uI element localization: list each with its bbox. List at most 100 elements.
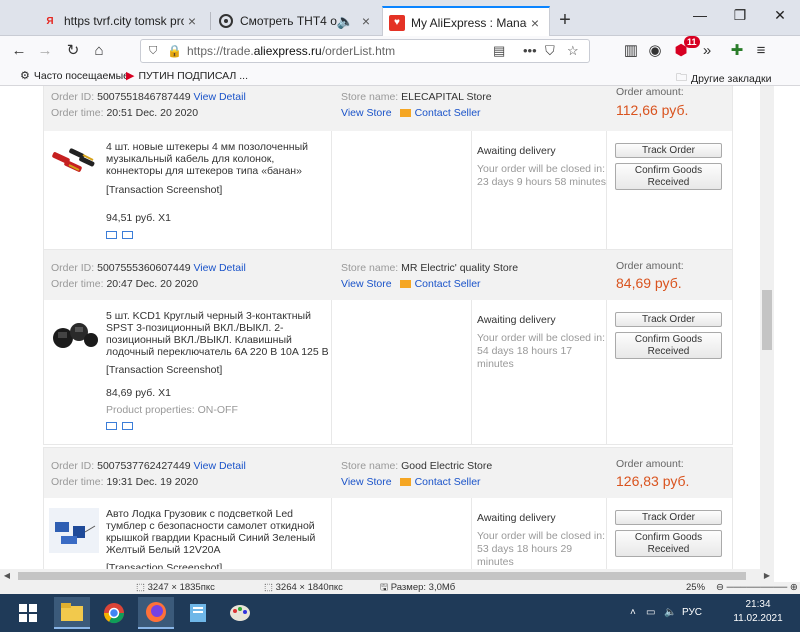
product-title-link[interactable]: 5 шт. KCD1 Круглый черный 3-контактный S… [106, 310, 331, 358]
tab-strip: Я https tvrf.city tomsk program — × Смот… [0, 0, 800, 37]
product-title-link[interactable]: 4 шт. новые штекеры 4 мм позолоченный му… [106, 141, 331, 177]
confirm-goods-button[interactable]: Confirm Goods Received [615, 332, 722, 359]
scroll-right-icon[interactable]: ▶ [760, 569, 774, 582]
tnt-icon [218, 13, 234, 29]
close-tab-icon[interactable]: × [184, 13, 200, 29]
bookmark-star-icon[interactable]: ☆ [567, 40, 579, 62]
close-window-button[interactable]: ✕ [760, 0, 800, 30]
scroll-left-icon[interactable]: ◀ [0, 569, 14, 582]
order-status: Awaiting delivery [477, 512, 556, 524]
truck-icon[interactable] [106, 422, 117, 430]
product-image[interactable] [49, 141, 99, 186]
product-title-link[interactable]: Авто Лодка Грузовик с подсветкой Led тум… [106, 508, 331, 556]
bookmarks-bar: ⚙ Часто посещаемые ▶ ПУТИН ПОДПИСАЛ ... 🗀 Д… [0, 66, 800, 86]
order-id: 5007537762427449 [97, 460, 191, 472]
view-store-link[interactable]: View Store [341, 278, 392, 290]
volume-icon[interactable]: 🔈 [664, 594, 676, 632]
card-icon[interactable] [122, 231, 133, 239]
closing-note: Your order will be closed in: 54 days 18… [477, 332, 606, 370]
maximize-button[interactable]: ❐ [720, 0, 760, 30]
confirm-goods-button[interactable]: Confirm Goods Received [615, 530, 722, 557]
chrome-icon[interactable] [96, 597, 132, 629]
reader-view-icon[interactable]: ▤ [493, 40, 505, 62]
view-detail-link[interactable]: View Detail [193, 91, 245, 103]
youtube-icon: ▶ [126, 70, 135, 82]
tab-tnt4[interactable]: Смотреть ТНТ4 онлайн 🔈 × [212, 6, 380, 36]
vertical-scrollbar[interactable] [760, 86, 774, 569]
transaction-screenshot-link[interactable]: [Transaction Screenshot] [106, 184, 222, 196]
close-tab-icon[interactable]: × [527, 15, 543, 31]
product-image[interactable] [49, 310, 99, 355]
speaker-icon[interactable]: 🔈 [337, 13, 354, 30]
order-amount-label: Order amount: [616, 260, 684, 272]
account-icon[interactable]: ◉ [644, 40, 666, 62]
transaction-screenshot-link[interactable]: [Transaction Screenshot] [106, 364, 222, 376]
network-icon[interactable]: ▭ [646, 594, 655, 632]
view-store-link[interactable]: View Store [341, 107, 392, 119]
reload-icon[interactable]: ↻ [62, 40, 84, 62]
bookmark-frequent[interactable]: ⚙ Часто посещаемые [20, 69, 129, 83]
tab-aliexpress[interactable]: ♥ My AliExpress : Manage Orders × [382, 6, 550, 37]
order-amount: 126,83 руб. [616, 473, 690, 489]
lock-icon[interactable]: 🔒 [167, 40, 182, 62]
card-icon[interactable] [122, 422, 133, 430]
more-actions-icon[interactable]: ••• [523, 40, 537, 62]
closing-note: Your order will be closed in: 23 days 9 … [477, 163, 606, 188]
view-store-link[interactable]: View Store [341, 476, 392, 488]
tab-yandex[interactable]: Я https tvrf.city tomsk program — × [36, 6, 206, 36]
file-explorer-icon[interactable] [54, 597, 90, 629]
taskbar: ˄ ▭ 🔈 РУС 21:34 11.02.2021 [0, 594, 800, 632]
pocket-icon[interactable]: ⛉ [545, 40, 555, 62]
zoom-slider[interactable]: ⊖ ───────── ⊕ [716, 582, 798, 594]
order-status: Awaiting delivery [477, 314, 556, 326]
minimize-button[interactable]: — [680, 0, 720, 30]
home-icon[interactable]: ⌂ [88, 40, 110, 62]
confirm-goods-button[interactable]: Confirm Goods Received [615, 163, 722, 190]
contact-seller-link[interactable]: Contact Seller [415, 278, 481, 290]
track-order-button[interactable]: Track Order [615, 143, 722, 158]
overflow-icon[interactable]: » [696, 40, 718, 62]
new-tab-button[interactable]: + [552, 8, 578, 32]
shield-icon[interactable]: ⛉ [149, 40, 157, 62]
contact-seller-link[interactable]: Contact Seller [415, 476, 481, 488]
mail-icon [399, 280, 411, 289]
view-detail-link[interactable]: View Detail [193, 262, 245, 274]
order-item: 4 шт. новые штекеры 4 мм позолоченный му… [44, 131, 732, 249]
track-order-button[interactable]: Track Order [615, 312, 722, 327]
contact-seller-link[interactable]: Contact Seller [415, 107, 481, 119]
scroll-thumb[interactable] [762, 290, 772, 350]
closing-note: Your order will be closed in: 53 days 18… [477, 530, 606, 568]
tray-arrow-icon[interactable]: ˄ [630, 594, 636, 632]
forward-icon[interactable]: → [34, 40, 56, 62]
system-clock[interactable]: 21:34 11.02.2021 [728, 598, 788, 626]
product-image[interactable] [49, 508, 99, 553]
gear-icon: ⚙ [20, 70, 30, 82]
language-indicator[interactable]: РУС [682, 594, 702, 632]
windows-start-icon[interactable] [10, 597, 46, 629]
menu-icon[interactable]: ≡ [750, 40, 772, 62]
zoom-level: 25% [686, 582, 706, 593]
tab-label: Смотреть ТНТ4 онлайн [240, 14, 337, 28]
notes-app-icon[interactable] [180, 597, 216, 629]
bookmark-news[interactable]: ▶ ПУТИН ПОДПИСАЛ ... [126, 69, 248, 83]
view-detail-link[interactable]: View Detail [193, 460, 245, 472]
transaction-screenshot-link[interactable]: [Transaction Screenshot] [106, 562, 222, 569]
url-bar[interactable]: ⛉ 🔒 https://trade.aliexpress.ru/orderLis… [140, 39, 590, 63]
order-time: 20:51 Dec. 20 2020 [106, 107, 199, 119]
firefox-icon[interactable] [138, 597, 174, 629]
bookmark-label: Другие закладки [691, 72, 772, 85]
order-id: 5007555360607449 [97, 262, 191, 274]
close-tab-icon[interactable]: × [358, 13, 374, 29]
paint-icon[interactable] [222, 597, 258, 629]
back-icon[interactable]: ← [8, 40, 30, 62]
tab-label: https tvrf.city tomsk program — [64, 14, 184, 28]
truck-icon[interactable] [106, 231, 117, 239]
sidebar-icon[interactable]: ▥ [620, 40, 642, 62]
order-header: Order ID: 5007537762427449 View Detail O… [44, 448, 732, 498]
track-order-button[interactable]: Track Order [615, 510, 722, 525]
horizontal-scrollbar[interactable]: ◀ ▶ [0, 569, 774, 582]
order-item: Авто Лодка Грузовик с подсветкой Led тум… [44, 498, 732, 569]
scroll-thumb[interactable] [18, 572, 746, 580]
extension-icon[interactable]: ✚ [726, 40, 748, 62]
store-name: Good Electric Store [401, 460, 493, 472]
